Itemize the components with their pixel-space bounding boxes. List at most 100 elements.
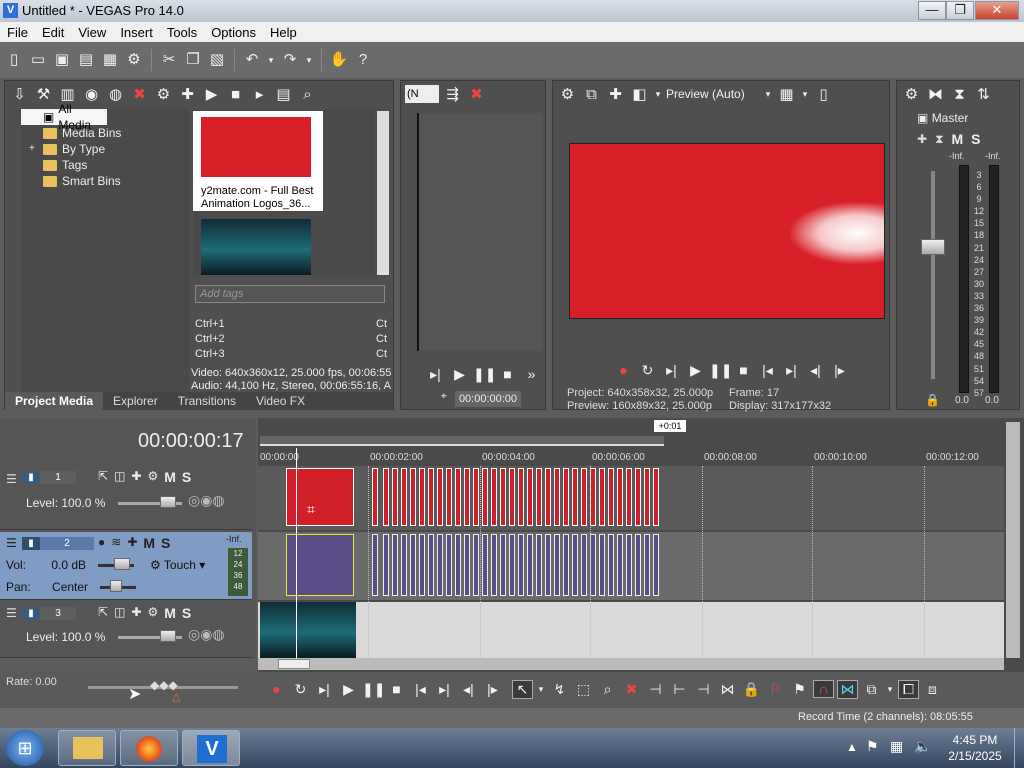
audio-track-2-lane[interactable] <box>258 532 1004 600</box>
video-fx-icon[interactable]: ✚ <box>605 85 626 103</box>
track-2-mute-button[interactable]: M <box>143 535 155 551</box>
video-event[interactable] <box>581 468 587 526</box>
taskbar-firefox[interactable] <box>120 730 178 766</box>
audio-event[interactable] <box>554 534 560 596</box>
media-scrollbar[interactable] <box>377 111 389 275</box>
stop-icon[interactable]: ■ <box>386 681 407 697</box>
play-from-start-icon[interactable]: ▸| <box>314 681 335 698</box>
video-event[interactable] <box>437 468 443 526</box>
mixer-faders-icon[interactable]: ⇅ <box>973 85 994 103</box>
audio-event[interactable] <box>635 534 641 596</box>
copy-snapshot-icon[interactable]: ▯ <box>813 85 834 103</box>
trimmer-view[interactable] <box>417 113 543 351</box>
show-hidden-icons-icon[interactable]: ▲ <box>846 740 858 754</box>
ignore-grouping-icon[interactable]: ⧈ <box>922 681 943 698</box>
track-fx-icon[interactable]: ✚ <box>127 535 137 551</box>
timeline-horizontal-scrollbar[interactable] <box>258 658 1004 670</box>
loop-playback-icon[interactable]: ↻ <box>637 362 658 379</box>
video-event[interactable] <box>446 468 452 526</box>
chevron-down-icon[interactable]: ▾ <box>800 89 810 100</box>
auto-crossfade-icon[interactable]: ⋈ <box>837 679 858 699</box>
interactive-tutorials-icon[interactable]: ✋ <box>329 50 349 70</box>
redo-dropdown-icon[interactable]: ▾ <box>304 50 314 70</box>
stop-icon[interactable]: ■ <box>733 362 754 378</box>
tab-video-fx[interactable]: Video FX <box>246 392 315 410</box>
lock-event-icon[interactable]: 🔒 <box>741 681 762 698</box>
video-event[interactable] <box>482 468 488 526</box>
pause-icon[interactable]: ❚❚ <box>473 366 496 383</box>
menu-edit[interactable]: Edit <box>35 25 71 40</box>
play-icon[interactable]: ▶ <box>201 85 222 103</box>
video-event[interactable] <box>392 468 398 526</box>
record-icon[interactable]: ● <box>266 681 287 697</box>
tab-transitions[interactable]: Transitions <box>168 392 246 410</box>
previous-frame-icon[interactable]: ◂| <box>805 362 826 379</box>
track-gear-icon[interactable]: ⚙ <box>147 469 158 485</box>
selection-tool-icon[interactable]: ⬚ <box>573 681 594 698</box>
playhead-cursor[interactable] <box>296 448 297 658</box>
tree-item-all-media[interactable]: ▣ All Media <box>21 102 107 132</box>
search-icon[interactable]: ⌕ <box>297 86 318 103</box>
lock-envelopes-icon[interactable]: ⧠ <box>898 679 919 699</box>
track-1-level-knob[interactable] <box>160 496 176 508</box>
menu-insert[interactable]: Insert <box>113 25 160 40</box>
pause-icon[interactable]: ❚❚ <box>362 681 385 698</box>
network-icon[interactable]: ▦ <box>890 738 903 755</box>
audio-event[interactable] <box>563 534 569 596</box>
track-1-solo-button[interactable]: S <box>182 469 191 485</box>
insert-region-icon[interactable]: ⚑ <box>789 681 810 698</box>
audio-event[interactable] <box>527 534 533 596</box>
show-desktop-button[interactable] <box>1014 728 1024 768</box>
system-clock[interactable]: 4:45 PM 2/15/2025 <box>940 732 1010 764</box>
audio-event[interactable] <box>437 534 443 596</box>
copy-icon[interactable]: ❐ <box>183 50 203 70</box>
track-gear-icon[interactable]: ⚙ <box>147 605 158 621</box>
menu-view[interactable]: View <box>71 25 113 40</box>
video-event[interactable] <box>419 468 425 526</box>
loop-region-bar[interactable] <box>260 436 664 446</box>
insert-bus-icon[interactable]: ⧓ <box>925 85 946 103</box>
video-event[interactable] <box>500 468 506 526</box>
menu-help[interactable]: Help <box>263 25 304 40</box>
import-media-icon[interactable]: ⇩ <box>9 85 30 103</box>
loop-playback-icon[interactable]: ↻ <box>290 681 311 698</box>
video-event[interactable] <box>491 468 497 526</box>
track-collapse-icon[interactable]: ☰ <box>6 606 17 620</box>
audio-event[interactable] <box>545 534 551 596</box>
audio-event[interactable] <box>419 534 425 596</box>
go-to-end-icon[interactable]: ▸| <box>434 681 455 698</box>
taskbar-vegas[interactable]: V <box>182 730 240 766</box>
video-event[interactable] <box>383 468 389 526</box>
video-event[interactable] <box>617 468 623 526</box>
remove-icon[interactable]: ✖ <box>129 85 150 103</box>
master-mute-button[interactable]: M <box>952 131 964 147</box>
video-event[interactable] <box>527 468 533 526</box>
audio-event[interactable] <box>599 534 605 596</box>
split-screen-icon[interactable]: ◧ <box>629 85 650 103</box>
views-icon[interactable]: ▤ <box>273 85 294 103</box>
trim-end-icon[interactable]: ⊣ <box>693 681 714 698</box>
start-button[interactable]: ⊞ <box>6 730 44 766</box>
audio-event[interactable] <box>446 534 452 596</box>
track-motion-icon[interactable]: ⇱ <box>98 469 108 485</box>
pan-crop-icon[interactable]: ⌗ <box>307 501 315 518</box>
dark-castle-thumbnail[interactable] <box>201 219 311 275</box>
video-event[interactable] <box>410 468 416 526</box>
chevron-down-icon[interactable]: ▾ <box>763 89 773 100</box>
record-arm-icon[interactable]: ● <box>98 535 105 551</box>
audio-event[interactable] <box>581 534 587 596</box>
menu-file[interactable]: File <box>0 25 35 40</box>
record-icon[interactable]: ● <box>613 362 634 378</box>
play-icon[interactable]: ▶ <box>685 362 706 379</box>
phase-invert-icon[interactable]: ≋ <box>111 535 121 551</box>
envelope-tool-icon[interactable]: ↯ <box>549 681 570 698</box>
external-monitor-icon[interactable]: ⧉ <box>581 86 602 103</box>
composite-mode-icon[interactable]: ◫ <box>114 605 125 621</box>
volume-icon[interactable]: 🔈 <box>914 738 931 755</box>
stop-icon[interactable]: ■ <box>225 86 246 103</box>
undo-dropdown-icon[interactable]: ▾ <box>266 50 276 70</box>
menu-tools[interactable]: Tools <box>160 25 204 40</box>
audio-event[interactable] <box>653 534 659 596</box>
audio-event[interactable] <box>482 534 488 596</box>
master-fx-icon[interactable]: ✚ <box>917 132 927 146</box>
